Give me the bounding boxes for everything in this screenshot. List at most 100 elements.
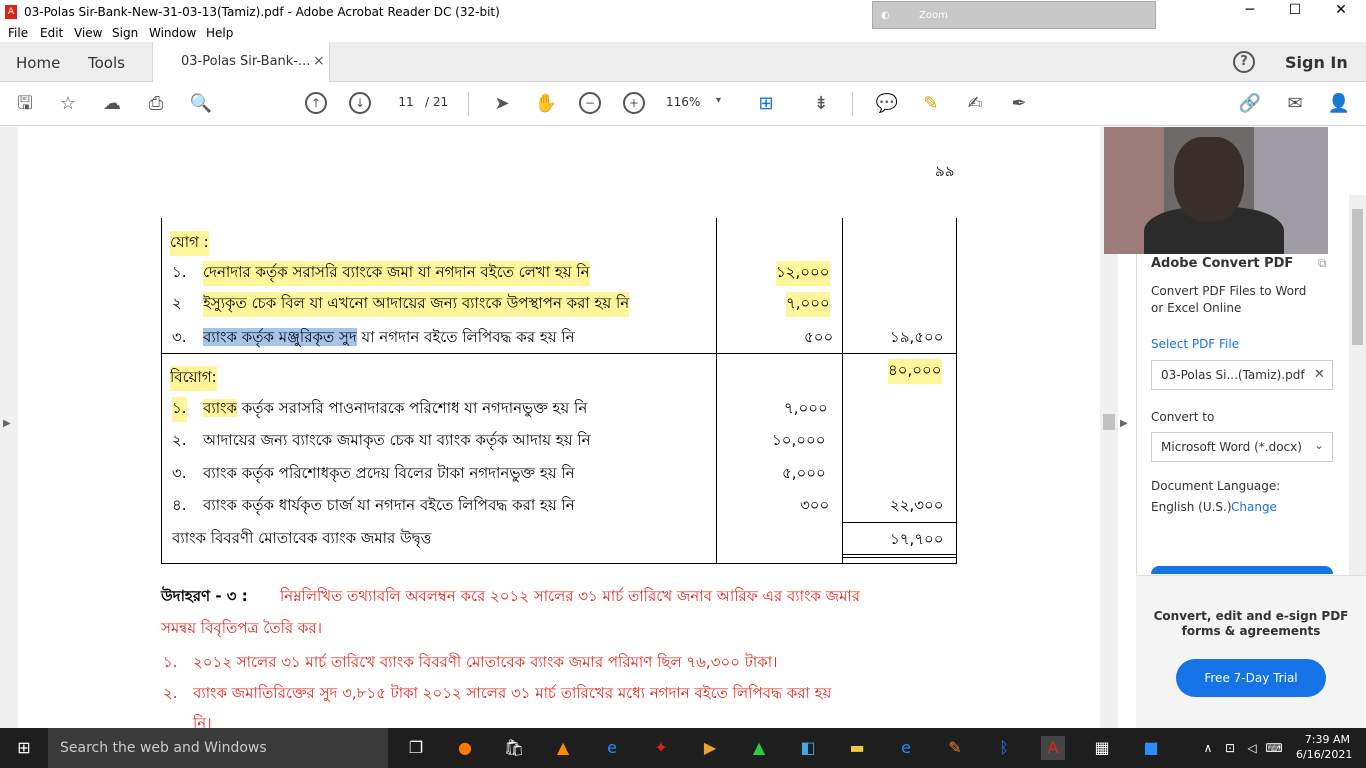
windows-start-icon[interactable]: ⊞ xyxy=(12,736,36,760)
clock-time: 7:39 AM xyxy=(1304,733,1350,746)
free-trial-button[interactable]: Free 7-Day Trial xyxy=(1176,659,1326,697)
add-heading: যোগ : xyxy=(170,231,209,256)
tab-tools[interactable]: Tools xyxy=(88,54,125,72)
add-item-text-line: ব্যাংক কর্তৃক মঞ্জুরিকৃত সুদ যা নগদান বই… xyxy=(203,326,575,351)
firefox-icon[interactable]: ● xyxy=(453,736,477,760)
tab-document[interactable]: 03-Polas Sir-Bank-... × xyxy=(152,42,330,82)
chevron-down-icon[interactable]: ▾ xyxy=(716,95,721,106)
scrollbar-thumb[interactable] xyxy=(1352,209,1363,345)
internet-explorer-icon[interactable]: e xyxy=(894,736,918,760)
highlight-pen-icon[interactable]: ✎ xyxy=(919,92,943,116)
system-clock[interactable]: 7:39 AM 6/16/2021 xyxy=(1296,732,1353,762)
pane-title: Adobe Convert PDF xyxy=(1151,256,1294,271)
maximize-button[interactable]: ☐ xyxy=(1272,2,1318,18)
paint-icon[interactable]: ✎ xyxy=(943,736,967,760)
upload-cloud-icon[interactable]: ☁ xyxy=(100,92,124,116)
select-cursor-icon[interactable]: ➤ xyxy=(490,92,514,116)
bookmark-star-icon[interactable]: ☆ xyxy=(56,92,80,116)
acrobat-taskbar-icon[interactable]: A xyxy=(1041,736,1065,760)
close-button[interactable]: ✕ xyxy=(1318,2,1364,18)
less-item-number: ৪. xyxy=(172,496,187,514)
convert-button[interactable] xyxy=(1151,566,1333,574)
zoom-level-select[interactable]: 116% xyxy=(666,95,700,109)
help-icon[interactable]: ? xyxy=(1233,51,1255,73)
less-item-text: ব্যাংক কর্তৃক পরিশোধকৃত প্রদেয় বিলের টা… xyxy=(203,464,575,482)
table-border xyxy=(161,563,957,564)
pane-description: or Excel Online xyxy=(1151,301,1242,315)
menu-file[interactable]: File xyxy=(8,26,28,40)
promo-text: Convert, edit and e-sign PDF xyxy=(1153,609,1349,623)
left-pane-toggle-icon[interactable]: ▶ xyxy=(3,418,11,429)
add-item-text: দেনাদার কর্তৃক সরাসরি ব্যাংকে জমা যা নগদ… xyxy=(203,261,590,286)
network-icon[interactable]: ⊡ xyxy=(1218,736,1242,760)
calculator-icon[interactable]: ▦ xyxy=(1090,736,1114,760)
menu-window[interactable]: Window xyxy=(149,26,196,40)
edge-icon[interactable]: e xyxy=(600,736,624,760)
less-item-amount: ১০,০০০ xyxy=(772,431,826,449)
comment-icon[interactable]: 💬 xyxy=(875,92,899,116)
add-user-icon[interactable]: 👤 xyxy=(1327,92,1351,116)
add-item-amount: ১২,০০০ xyxy=(776,261,830,286)
tray-chevron-icon[interactable]: ∧ xyxy=(1196,736,1220,760)
selected-file-field[interactable]: 03-Polas Si...(Tamiz).pdf ✕ xyxy=(1151,360,1333,390)
app-icon[interactable]: ✦ xyxy=(649,736,673,760)
clock-date: 6/16/2021 xyxy=(1296,748,1353,761)
convert-to-label: Convert to xyxy=(1151,410,1215,424)
save-icon[interactable]: 🖫 xyxy=(13,92,37,116)
example-text: সমন্বয় বিবৃতিপত্র তৈরি কর। xyxy=(161,619,323,637)
drive-icon[interactable]: ▲ xyxy=(747,736,771,760)
draw-icon[interactable]: ✍ xyxy=(963,92,987,116)
sign-in-link[interactable]: Sign In xyxy=(1285,53,1348,72)
share-link-icon[interactable]: 🔗 xyxy=(1238,92,1262,116)
media-player-icon[interactable]: ▶ xyxy=(698,736,722,760)
store-icon[interactable]: 🛍 xyxy=(502,736,526,760)
bluetooth-icon[interactable]: ᛒ xyxy=(992,736,1016,760)
vlc-icon[interactable]: ▲ xyxy=(551,736,575,760)
tab-bar: Home Tools 03-Polas Sir-Bank-... × ? Sig… xyxy=(0,42,1366,82)
pane-collapse-icon[interactable]: ⧉ xyxy=(1318,256,1327,271)
convert-format-select[interactable]: Microsoft Word (*.docx) ⌄ xyxy=(1151,432,1333,462)
zoom-app-icon[interactable]: ■ xyxy=(1139,736,1163,760)
hand-tool-icon[interactable]: ✋ xyxy=(534,92,558,116)
table-border xyxy=(161,353,957,354)
tab-home[interactable]: Home xyxy=(16,54,60,72)
page-number-text: ৯৯ xyxy=(935,162,955,180)
task-view-icon[interactable]: ❐ xyxy=(404,736,428,760)
print-icon[interactable]: ⎙ xyxy=(144,92,168,116)
fill-sign-icon[interactable]: ✒ xyxy=(1007,92,1031,116)
menu-sign[interactable]: Sign xyxy=(112,26,138,40)
menu-view[interactable]: View xyxy=(74,26,102,40)
add-item-text: ইস্যুকৃত চেক বিল যা এখনো আদায়ের জন্য ব্… xyxy=(203,292,630,317)
table-border xyxy=(842,522,957,523)
minimize-button[interactable]: ─ xyxy=(1227,2,1273,18)
add-item-amount: ৭,০০০ xyxy=(786,292,830,317)
table-border xyxy=(716,218,717,564)
right-pane-toggle-icon[interactable]: ▶ xyxy=(1120,418,1128,429)
zoom-out-icon[interactable]: − xyxy=(579,92,601,114)
file-explorer-icon[interactable]: ▬ xyxy=(845,736,869,760)
toolbar-divider xyxy=(468,92,469,116)
fit-page-icon[interactable]: ⊞ xyxy=(754,92,778,116)
prev-page-icon[interactable]: ↑ xyxy=(305,92,327,114)
pane-scrollbar[interactable] xyxy=(1349,195,1366,575)
email-icon[interactable]: ✉ xyxy=(1283,92,1307,116)
close-tab-icon[interactable]: × xyxy=(313,53,325,69)
less-item-number: ২. xyxy=(172,431,187,449)
menu-bar: File Edit View Sign Window Help xyxy=(0,24,1366,42)
remove-file-icon[interactable]: ✕ xyxy=(1314,367,1325,382)
selected-file-name: 03-Polas Si...(Tamiz).pdf xyxy=(1161,368,1305,382)
zoom-in-icon[interactable]: + xyxy=(623,92,645,114)
scroll-mode-icon[interactable]: ⇟ xyxy=(809,92,833,116)
search-zoom-icon[interactable]: 🔍 xyxy=(189,92,213,116)
volume-icon[interactable]: ◁ xyxy=(1240,736,1264,760)
next-page-icon[interactable]: ↓ xyxy=(349,92,371,114)
keyboard-icon[interactable]: ⌨ xyxy=(1262,736,1286,760)
notes-icon[interactable]: ◧ xyxy=(796,736,820,760)
taskbar-search[interactable]: Search the web and Windows xyxy=(48,728,388,768)
scrollbar-thumb[interactable] xyxy=(1103,414,1115,430)
select-pdf-link[interactable]: Select PDF File xyxy=(1151,337,1239,351)
menu-help[interactable]: Help xyxy=(206,26,233,40)
menu-edit[interactable]: Edit xyxy=(40,26,63,40)
change-language-link[interactable]: Change xyxy=(1231,500,1277,514)
page-number-input[interactable]: 11 xyxy=(392,91,420,113)
